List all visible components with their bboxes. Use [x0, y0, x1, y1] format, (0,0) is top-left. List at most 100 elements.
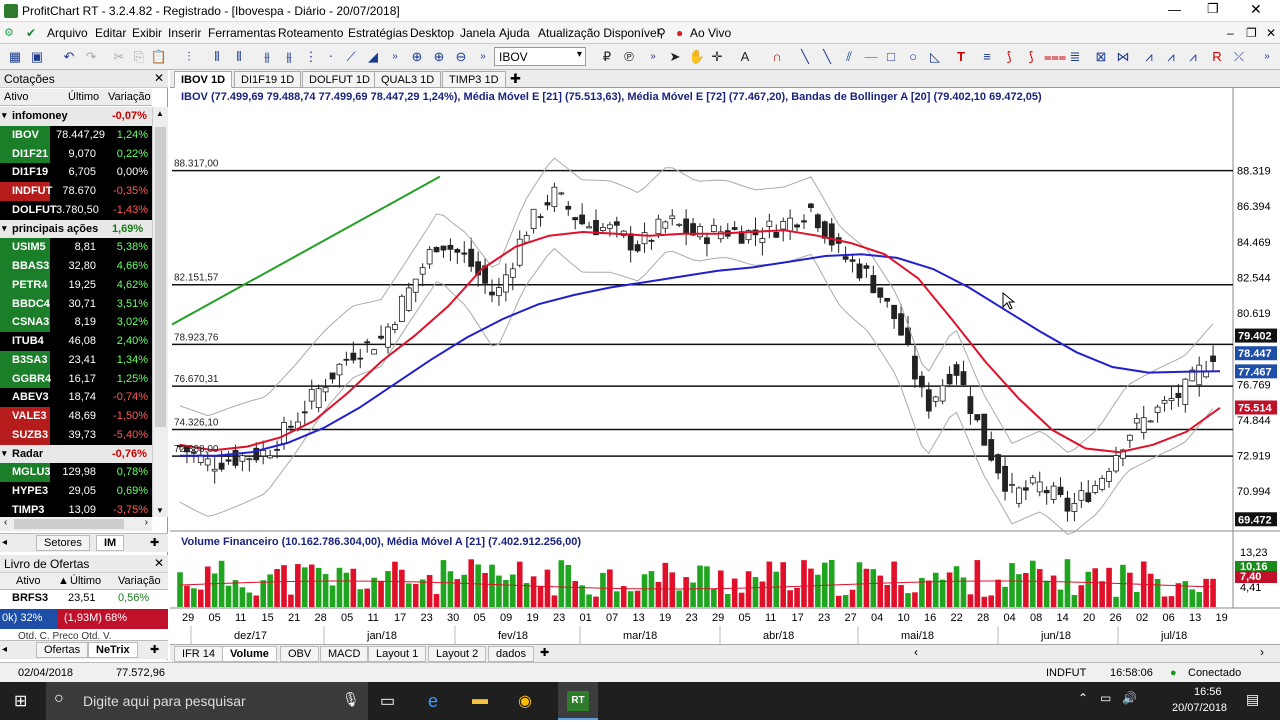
book-row[interactable]: BRFS3 23,51 0,56% [0, 590, 168, 607]
quote-row[interactable]: SUZB3 39,73 -5,40% [0, 425, 152, 445]
quote-group[interactable]: ▾ principais ações 1,69% [0, 219, 152, 239]
tab-layout2[interactable]: Layout 2 [428, 646, 487, 662]
add-tab-icon[interactable]: ✚ [150, 536, 159, 549]
quote-group[interactable]: ▾ infomoney -0,07% [0, 107, 152, 126]
channel-tool-icon[interactable]: ⫽ [840, 48, 858, 66]
gann-icon[interactable]: ⊠ [1092, 48, 1110, 66]
menu-ferramentas[interactable]: Ferramentas [208, 26, 276, 40]
delete-drawing-icon[interactable]: ⤫ [1230, 48, 1248, 66]
cursor-icon[interactable]: ➤ [666, 48, 684, 66]
text-insert-icon[interactable]: T [952, 48, 970, 66]
volume-icon[interactable]: 🔊 [1122, 691, 1137, 711]
price-chart[interactable]: 88.319 86.394 84.469 82.544 80.619 76.769 74.8… [170, 88, 1280, 644]
tab-im[interactable]: IM [96, 535, 125, 551]
more3-icon[interactable]: » [644, 48, 662, 66]
app-menu-icon[interactable]: ⚙ [4, 26, 14, 39]
andrews-icon[interactable]: ⩘ [1140, 48, 1158, 66]
menu-inserir[interactable]: Inserir [168, 26, 201, 40]
quote-row[interactable]: IBOV 78.447,29 1,24% [0, 125, 152, 145]
quote-row[interactable]: VALE3 48,69 -1,50% [0, 407, 152, 426]
edge-icon[interactable]: e [428, 691, 438, 711]
close-icon[interactable]: ✕ [1250, 1, 1262, 18]
menu-exibir[interactable]: Exibir [132, 26, 162, 40]
quote-row[interactable]: MGLU3 129,98 0,78% [0, 463, 152, 482]
zoom-icon[interactable]: ⊕ [408, 48, 426, 66]
book-col-variacao[interactable]: Variação [118, 575, 161, 587]
explorer-icon[interactable]: ▬ [472, 691, 488, 711]
notifications-icon[interactable]: ▤ [1246, 691, 1259, 711]
bar-chart-icon[interactable]: ⫶ [180, 48, 198, 66]
triangle-tool-icon[interactable]: ◺ [926, 48, 944, 66]
pf-icon[interactable]: ℗ [620, 48, 638, 66]
ellipse-tool-icon[interactable]: ○ [904, 48, 922, 66]
quote-row[interactable]: B3SA3 23,41 1,34% [0, 350, 152, 370]
menu-janela[interactable]: Janela [460, 26, 495, 40]
rect-tool-icon[interactable]: □ [882, 48, 900, 66]
profitchart-task[interactable]: RT [558, 682, 598, 720]
quote-row[interactable]: CSNA3 8,19 3,02% [0, 313, 152, 332]
text-tool-icon[interactable]: A [736, 48, 754, 66]
menu-editar[interactable]: Editar [95, 26, 126, 40]
fibo-fan-icon[interactable]: ⟆ [1000, 48, 1018, 66]
speed-icon[interactable]: ⩘ [1162, 48, 1180, 66]
tab-ifr[interactable]: IFR 14 [174, 646, 224, 662]
add-chart-tab-icon[interactable]: ✚ [510, 71, 521, 87]
fibo-icon[interactable]: ≡ [978, 48, 996, 66]
tab-prev-icon[interactable]: ◂ [2, 537, 7, 548]
taskbar-search[interactable]: ○ Digite aqui para pesquisar 🎙 [46, 682, 368, 720]
undo-icon[interactable]: ↶ [60, 48, 78, 66]
point-icon[interactable]: ⋅ [322, 48, 340, 66]
hand-icon[interactable]: ✋ [688, 48, 706, 66]
menu-estrategias[interactable]: Estratégias [348, 26, 408, 40]
regression-icon[interactable]: ⩘ [1184, 48, 1202, 66]
chart-scroll-right-icon[interactable]: › [1260, 645, 1264, 659]
collapse-icon[interactable]: ▾ [2, 223, 7, 234]
save-icon[interactable]: ▣ [28, 48, 46, 66]
hline-tool-icon[interactable]: — [862, 48, 880, 66]
hscroll[interactable]: ‹ › [0, 517, 152, 531]
tab-macd[interactable]: MACD [320, 646, 369, 662]
quote-row[interactable]: GGBR4 16,17 1,25% [0, 369, 152, 389]
candles4-icon[interactable]: ⫵ [280, 48, 298, 66]
quote-row[interactable]: DI1F21 9,070 0,22% [0, 144, 152, 164]
area-chart-icon[interactable]: ◢ [364, 48, 382, 66]
magnet-icon[interactable]: ∩ [768, 48, 786, 66]
new-icon[interactable]: ▦ [6, 48, 24, 66]
copy-icon[interactable]: ⎘ [130, 48, 148, 66]
more-icon[interactable]: » [386, 48, 404, 66]
line-tool-icon[interactable]: ╲ [796, 48, 814, 66]
book-col-ultimo[interactable]: Último [70, 575, 101, 587]
col-variacao[interactable]: Variação [108, 91, 151, 103]
quote-group[interactable]: ▾ Radar -0,76% [0, 444, 152, 464]
scroll-down-icon[interactable]: ▼ [156, 506, 164, 515]
tray-up-icon[interactable]: ⌃ [1078, 691, 1088, 711]
scroll-up-icon[interactable]: ▲ [156, 109, 164, 118]
tab-ibov[interactable]: IBOV 1D [174, 71, 233, 88]
book-col-ativo[interactable]: Ativo [16, 575, 40, 587]
scroll-right-icon[interactable]: › [145, 517, 148, 528]
mdi-minimize-icon[interactable]: – [1227, 26, 1234, 40]
tab-dolfut[interactable]: DOLFUT 1D [302, 71, 377, 88]
mdi-close-icon[interactable]: ✕ [1266, 26, 1276, 40]
quote-row[interactable]: ABEV3 18,74 -0,74% [0, 388, 152, 407]
fibo-time-icon[interactable]: ⩶ [1044, 48, 1066, 66]
add-study-tab-icon[interactable]: ✚ [540, 646, 549, 659]
chart-scroll-left-icon[interactable]: ‹ [914, 645, 918, 659]
candles-icon[interactable]: ⫴ [208, 48, 226, 66]
chrome-icon[interactable]: ◉ [518, 691, 532, 711]
symbol-select[interactable]: IBOV ▾ [494, 47, 586, 66]
search-icon[interactable]: ⚲ [657, 26, 666, 40]
menu-ajuda[interactable]: Ajuda [499, 26, 530, 40]
tab-volume[interactable]: Volume [222, 646, 277, 662]
fibo-arc-icon[interactable]: ⟆ [1022, 48, 1040, 66]
line-chart-icon[interactable]: ⟋ [342, 48, 360, 66]
minimize-icon[interactable]: — [1168, 2, 1181, 17]
tab-qual3[interactable]: QUAL3 1D [374, 71, 442, 88]
quote-row[interactable]: BBDC4 30,71 3,51% [0, 294, 152, 314]
cut-icon[interactable]: ✂ [110, 48, 128, 66]
redo-icon[interactable]: ↷ [82, 48, 100, 66]
quote-row[interactable]: BBAS3 32,80 4,66% [0, 257, 152, 276]
menu-desktop[interactable]: Desktop [410, 26, 454, 40]
more4-icon[interactable]: » [1258, 48, 1276, 66]
gann2-icon[interactable]: ⋈ [1114, 48, 1132, 66]
